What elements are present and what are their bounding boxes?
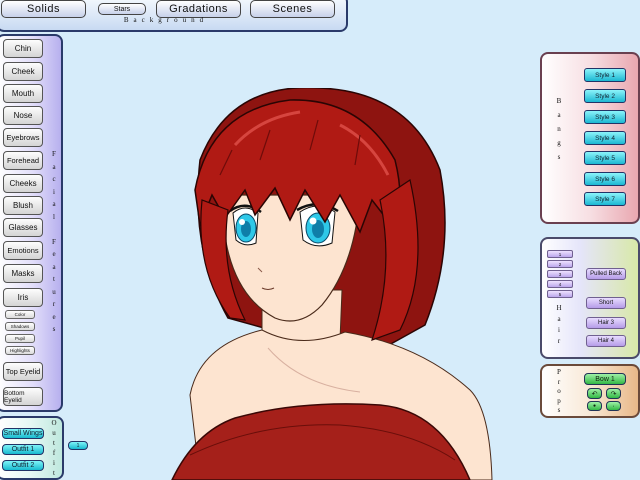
bangs-style-3-button[interactable]: Style 3	[584, 110, 626, 124]
glasses-button[interactable]: Glasses	[3, 218, 43, 237]
hair-panel: 1 2 3 4 5 Hair Pulled Back Short Hair 3 …	[540, 237, 640, 359]
cheek-button[interactable]: Cheek	[3, 62, 43, 81]
small-wings-button[interactable]: Small Wings	[2, 428, 44, 439]
iris-highlights-button[interactable]: Highlights	[5, 346, 35, 355]
facial-features-label: FacialFeatures	[52, 150, 56, 333]
blush-button[interactable]: Blush	[3, 196, 43, 215]
outfit-panel: Small Wings Outfit 1 Outfit 2 Outfit	[0, 416, 64, 480]
outfit-1-button[interactable]: Outfit 1	[2, 444, 44, 455]
facial-features-panel: Chin Cheek Mouth Nose Eyebrows Forehead …	[0, 34, 63, 412]
emotions-button[interactable]: Emotions	[3, 241, 43, 260]
bangs-style-2-button[interactable]: Style 2	[584, 89, 626, 103]
bottom-eyelid-button[interactable]: Bottom Eyelid	[3, 387, 43, 406]
pulled-back-button[interactable]: Pulled Back	[586, 268, 626, 280]
iris-button[interactable]: Iris	[3, 288, 43, 307]
bangs-style-1-button[interactable]: Style 1	[584, 68, 626, 82]
hair-4-button[interactable]: Hair 4	[586, 335, 626, 347]
prop-dot-large-button[interactable]: ●	[587, 401, 602, 411]
outfit-label: Outfit	[51, 419, 57, 477]
outfit-option-1-button[interactable]: 1	[68, 441, 88, 450]
props-panel: Props Bow 1 ↶ ↷ ● ·	[540, 364, 640, 418]
bangs-style-6-button[interactable]: Style 6	[584, 172, 626, 186]
mouth-button[interactable]: Mouth	[3, 84, 43, 103]
short-hair-button[interactable]: Short	[586, 297, 626, 309]
character-drawing	[171, 86, 493, 480]
rotate-left-button[interactable]: ↶	[587, 388, 602, 399]
background-toolbar: Solids Stars Gradations Scenes Backgroun…	[0, 0, 348, 32]
bangs-style-7-button[interactable]: Style 7	[584, 192, 626, 206]
top-eyelid-button[interactable]: Top Eyelid	[3, 362, 43, 381]
iris-pupil-button[interactable]: Pupil	[5, 334, 35, 343]
iris-color-button[interactable]: Color	[5, 310, 35, 319]
hair-number-2-button[interactable]: 2	[547, 260, 573, 268]
bangs-label: Bangs	[556, 97, 562, 161]
scenes-button[interactable]: Scenes	[250, 0, 335, 18]
solids-button[interactable]: Solids	[1, 0, 86, 18]
prop-dot-small-button[interactable]: ·	[606, 401, 621, 411]
bow-1-button[interactable]: Bow 1	[584, 373, 626, 385]
hair-3-button[interactable]: Hair 3	[586, 317, 626, 329]
hair-number-3-button[interactable]: 3	[547, 270, 573, 278]
masks-button[interactable]: Masks	[3, 264, 43, 283]
chin-button[interactable]: Chin	[3, 39, 43, 58]
background-caption: Background	[123, 16, 209, 24]
rotate-right-button[interactable]: ↷	[606, 388, 621, 399]
anime-character	[150, 86, 510, 480]
eyebrows-button[interactable]: Eyebrows	[3, 128, 43, 147]
hair-label: Hair	[556, 304, 562, 345]
nose-button[interactable]: Nose	[3, 106, 43, 125]
props-label: Props	[557, 368, 561, 414]
forehead-button[interactable]: Forehead	[3, 151, 43, 170]
bangs-style-5-button[interactable]: Style 5	[584, 151, 626, 165]
stars-button[interactable]: Stars	[98, 3, 146, 15]
hair-number-1-button[interactable]: 1	[547, 250, 573, 258]
outfit-2-button[interactable]: Outfit 2	[2, 460, 44, 471]
bangs-style-4-button[interactable]: Style 4	[584, 131, 626, 145]
iris-shadows-button[interactable]: Shadows	[5, 322, 35, 331]
bangs-panel: Bangs Style 1 Style 2 Style 3 Style 4 St…	[540, 52, 640, 224]
cheeks-button[interactable]: Cheeks	[3, 174, 43, 193]
hair-number-4-button[interactable]: 4	[547, 280, 573, 288]
hair-number-5-button[interactable]: 5	[547, 290, 573, 298]
